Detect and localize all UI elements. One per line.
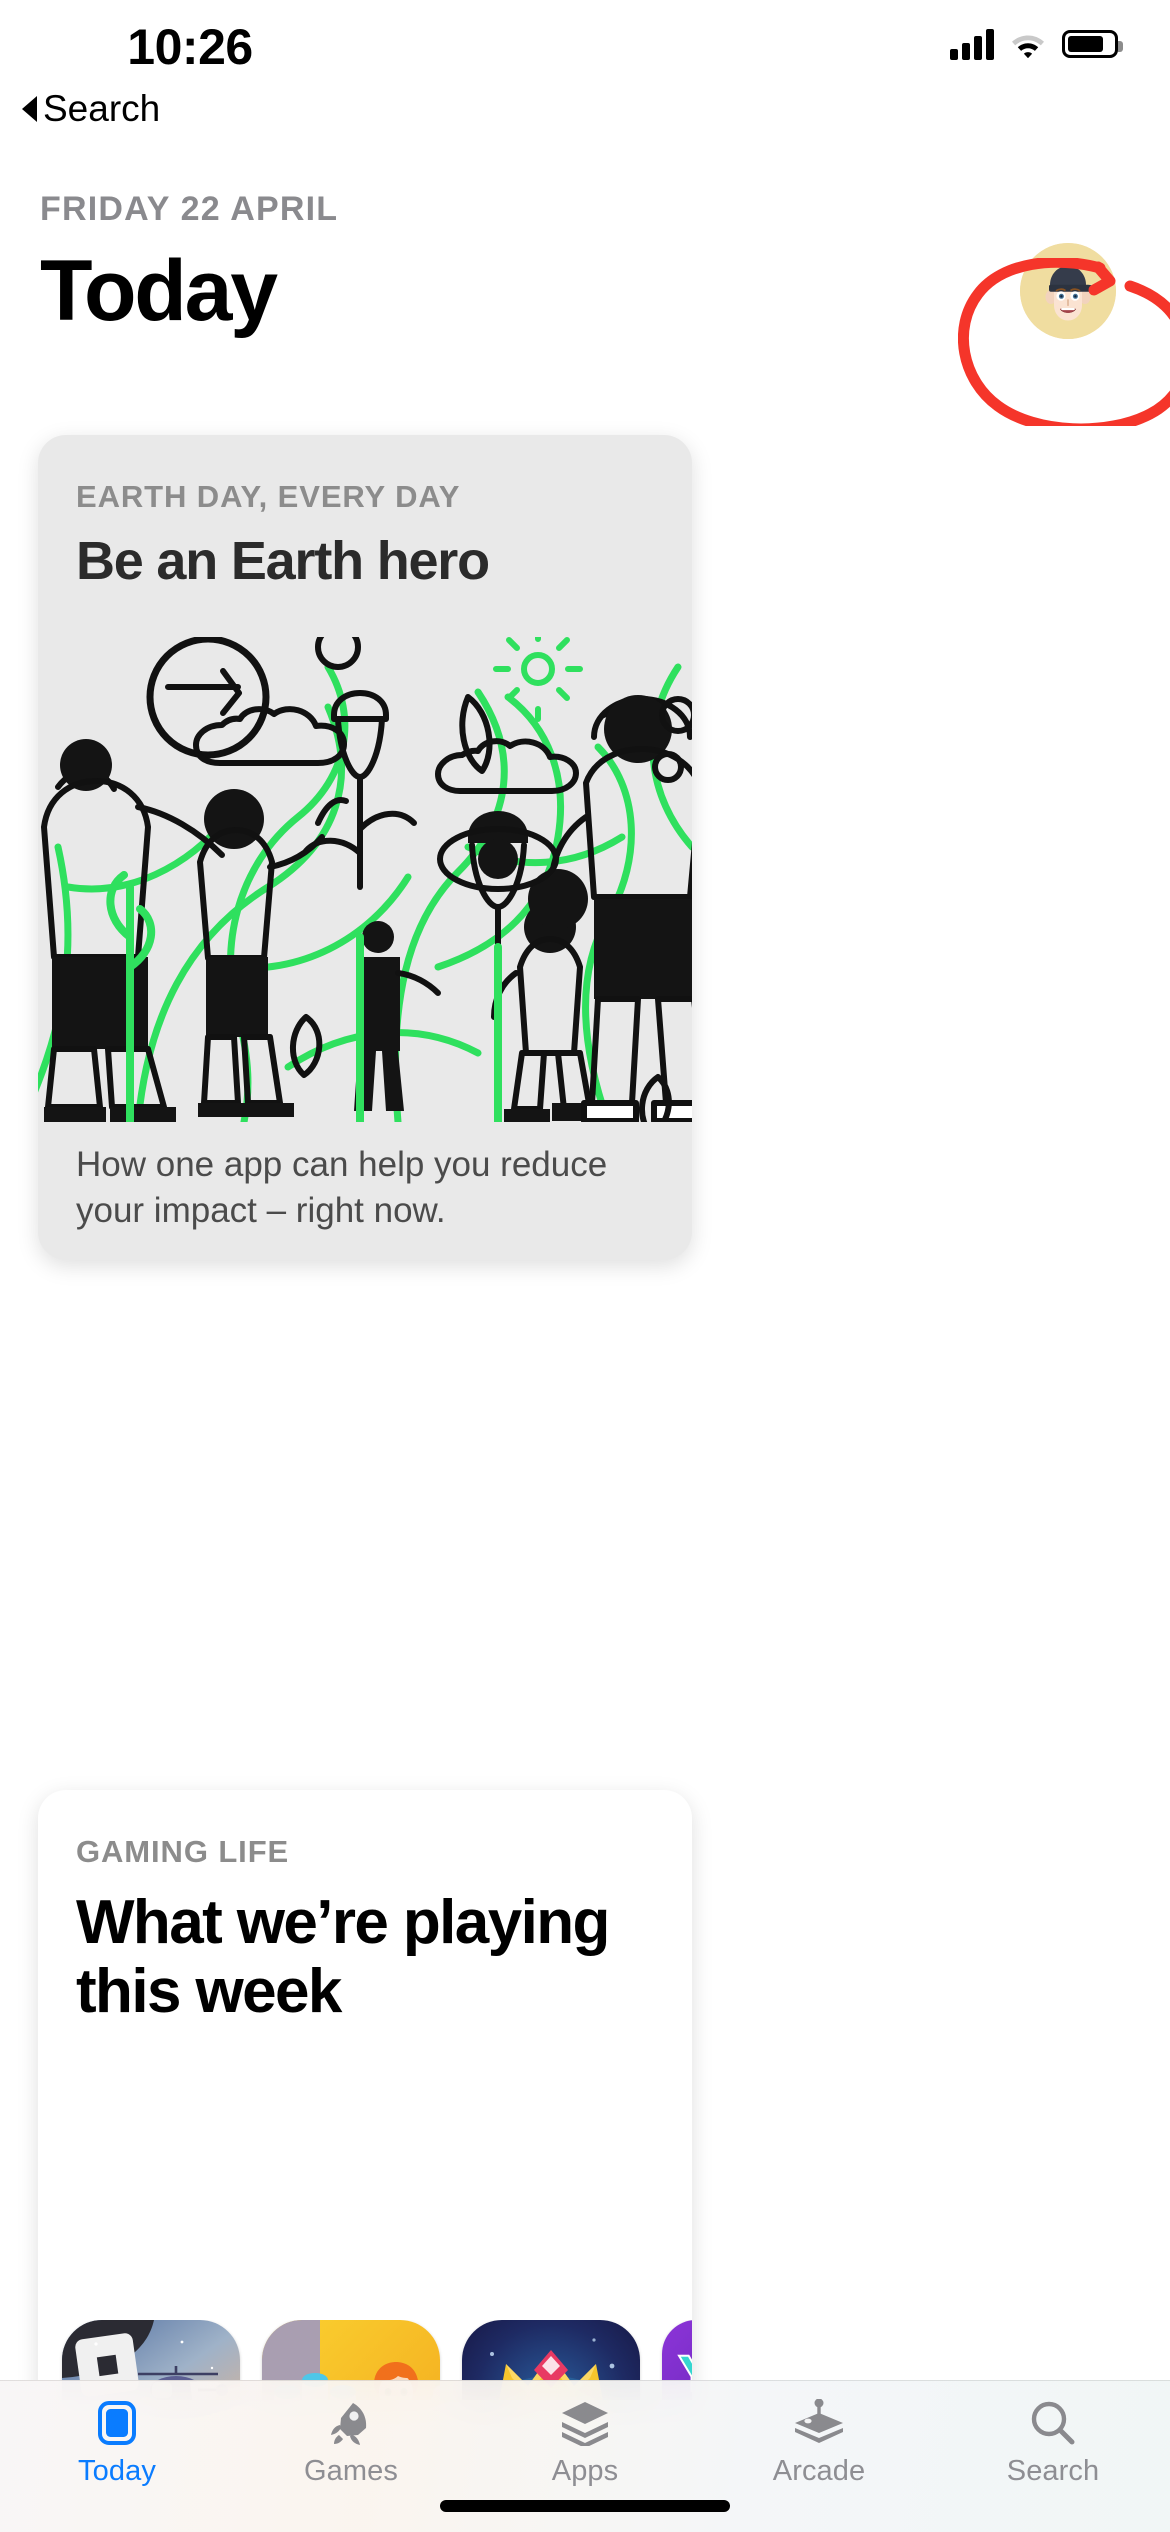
status-bar-clock: 10:26 <box>127 19 253 75</box>
earth-card-headline: Be an Earth hero <box>76 531 490 591</box>
gaming-card-eyebrow: GAMING LIFE <box>76 1834 290 1869</box>
search-icon <box>1029 2397 1077 2449</box>
today-card-icon <box>94 2397 140 2449</box>
gaming-card-headline: What we’re playing this week <box>76 1888 610 2027</box>
home-indicator-bar[interactable] <box>440 2500 730 2512</box>
layers-icon <box>560 2397 610 2449</box>
back-to-search-link[interactable]: Search <box>22 88 160 130</box>
tab-apps-label: Apps <box>551 2455 619 2487</box>
memoji-avatar <box>1020 243 1116 339</box>
current-date-label: FRIDAY 22 APRIL <box>40 190 339 228</box>
app-store-today-screen: 10:26 Search FRIDAY 22 APRIL Today EARTH… <box>0 0 1170 2532</box>
rocket-icon <box>327 2397 375 2449</box>
wifi-icon <box>1012 35 1044 58</box>
gaming-life-card[interactable]: GAMING LIFE What we’re playing this week <box>38 1790 692 2400</box>
status-bar-indicators <box>950 28 1123 60</box>
back-link-label: Search <box>43 88 161 129</box>
page-header: FRIDAY 22 APRIL Today <box>0 190 1170 339</box>
page-title: Today <box>40 242 278 339</box>
back-caret-icon <box>22 96 37 122</box>
tab-today-label: Today <box>78 2455 156 2487</box>
profile-avatar-button[interactable] <box>1020 243 1116 339</box>
cellular-signal-icon <box>950 28 994 60</box>
earth-card-caption: How one app can help you reduce your imp… <box>76 1144 608 1230</box>
tab-search-label: Search <box>1006 2455 1100 2487</box>
today-scroll-area[interactable]: FRIDAY 22 APRIL Today EARTH DAY, EVERY D… <box>0 0 1170 2400</box>
status-bar: 10:26 <box>0 0 1170 132</box>
tab-games[interactable]: Games <box>234 2381 468 2532</box>
tab-search[interactable]: Search <box>936 2381 1170 2532</box>
tab-today[interactable]: Today <box>0 2381 234 2532</box>
tab-games-label: Games <box>304 2455 398 2487</box>
earth-day-card[interactable]: EARTH DAY, EVERY DAY Be an Earth hero Ho… <box>38 435 692 1260</box>
joystick-icon <box>793 2397 845 2449</box>
earth-card-eyebrow: EARTH DAY, EVERY DAY <box>76 479 461 514</box>
tab-arcade[interactable]: Arcade <box>702 2381 936 2532</box>
battery-icon <box>1062 30 1123 58</box>
tab-arcade-label: Arcade <box>772 2455 866 2487</box>
earth-day-line-illustration <box>38 637 692 1122</box>
